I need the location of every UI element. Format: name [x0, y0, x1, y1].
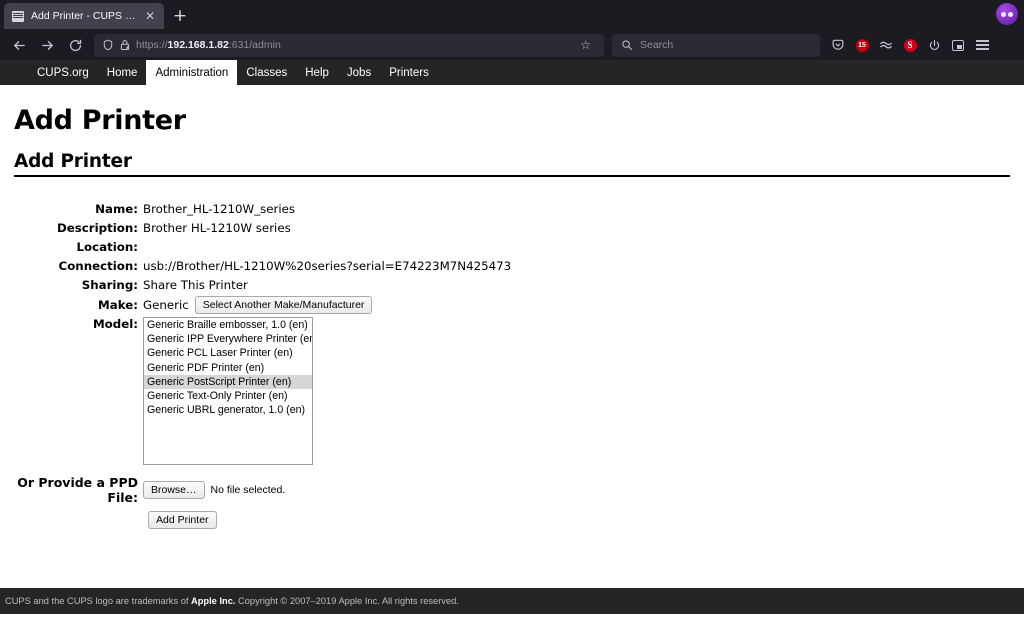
- footer-text: CUPS and the CUPS logo are trademarks of…: [5, 596, 459, 606]
- tab-title: Add Printer - CUPS 2.3.3op2: [31, 10, 136, 22]
- label-sharing: Sharing:: [81, 278, 138, 292]
- close-icon[interactable]: ✕: [143, 10, 157, 22]
- nav-item-administration[interactable]: Administration: [146, 60, 238, 85]
- value-name: Brother_HL-1210W_series: [143, 202, 296, 216]
- submit-spacer: [14, 511, 148, 529]
- model-option[interactable]: Generic PDF Printer (en): [144, 361, 312, 375]
- footer-prefix: CUPS and the CUPS logo are trademarks of: [5, 596, 192, 606]
- section-header: Add Printer: [14, 151, 1010, 177]
- model-option[interactable]: Generic Text-Only Printer (en): [144, 389, 312, 403]
- url-path: :631/admin: [228, 39, 281, 51]
- footer-brand: Apple Inc.: [191, 596, 236, 606]
- value-description: Brother HL-1210W series: [143, 221, 291, 235]
- value-sharing: Share This Printer: [143, 278, 248, 292]
- value-connection: usb://Brother/HL-1210W%20series?serial=E…: [143, 259, 512, 273]
- field-row-description: Description: Brother HL-1210W series: [14, 220, 1010, 237]
- model-listbox[interactable]: Generic Braille embosser, 1.0 (en) Gener…: [143, 317, 313, 465]
- label-model: Model:: [92, 317, 138, 331]
- field-row-ppd-file: Or Provide a PPD File: Browse… No file s…: [14, 475, 1010, 505]
- nav-item-cups-org[interactable]: CUPS.org: [28, 60, 98, 85]
- extension-icon[interactable]: [874, 32, 898, 58]
- label-location: Location:: [76, 240, 138, 254]
- search-bar[interactable]: Search: [612, 33, 820, 57]
- extension-toolbar: 15 S: [826, 32, 994, 58]
- section-title: Add Printer: [14, 151, 132, 172]
- new-tab-button[interactable]: +: [167, 3, 193, 29]
- field-row-make: Make: Generic Select Another Make/Manufa…: [14, 296, 1010, 314]
- navigation-toolbar: https://192.168.1.82:631/admin ☆ Search …: [0, 30, 1024, 60]
- field-row-connection: Connection: usb://Brother/HL-1210W%20ser…: [14, 258, 1010, 275]
- add-printer-button[interactable]: Add Printer: [148, 511, 217, 529]
- browse-button[interactable]: Browse…: [143, 481, 205, 499]
- tab-strip: Add Printer - CUPS 2.3.3op2 ✕ +: [0, 0, 1024, 30]
- power-icon[interactable]: [922, 32, 946, 58]
- field-row-name: Name: Brother_HL-1210W_series: [14, 201, 1010, 218]
- browser-tab[interactable]: Add Printer - CUPS 2.3.3op2 ✕: [4, 3, 164, 29]
- model-option[interactable]: Generic IPP Everywhere Printer (en): [144, 332, 312, 346]
- pocket-icon[interactable]: [826, 32, 850, 58]
- shield-icon[interactable]: [102, 36, 114, 55]
- add-printer-form: Name: Brother_HL-1210W_series Descriptio…: [14, 201, 1010, 529]
- field-row-model: Model: Generic Braille embosser, 1.0 (en…: [14, 316, 1010, 465]
- page-content: Add Printer Add Printer Name: Brother_HL…: [0, 85, 1024, 614]
- model-option[interactable]: Generic PCL Laser Printer (en): [144, 346, 312, 360]
- label-name: Name:: [95, 202, 138, 216]
- field-row-sharing: Sharing: Share This Printer: [14, 277, 1010, 294]
- model-option[interactable]: Generic Braille embosser, 1.0 (en): [144, 318, 312, 332]
- browser-chrome: Add Printer - CUPS 2.3.3op2 ✕ + https://…: [0, 0, 1024, 60]
- url-scheme: https://: [136, 39, 168, 51]
- model-option-selected[interactable]: Generic PostScript Printer (en): [144, 374, 312, 390]
- forward-arrow-icon[interactable]: [34, 32, 60, 58]
- select-another-make-button[interactable]: Select Another Make/Manufacturer: [194, 296, 373, 314]
- reload-icon[interactable]: [62, 32, 88, 58]
- search-icon: [621, 36, 633, 55]
- value-make: Generic: [143, 297, 189, 312]
- account-avatar-icon[interactable]: [996, 3, 1018, 25]
- nav-item-jobs[interactable]: Jobs: [338, 60, 380, 85]
- model-option[interactable]: Generic UBRL generator, 1.0 (en): [144, 403, 312, 417]
- label-description: Description:: [56, 221, 138, 235]
- menu-icon[interactable]: [970, 32, 994, 58]
- title-divider: [14, 175, 1010, 177]
- search-placeholder: Search: [640, 39, 674, 51]
- lock-warning-icon[interactable]: [119, 36, 131, 55]
- footer-suffix: Copyright © 2007–2019 Apple Inc. All rig…: [235, 596, 459, 606]
- label-make: Make:: [98, 297, 138, 312]
- file-status-text: No file selected.: [210, 484, 286, 496]
- cups-favicon: [12, 10, 24, 22]
- nav-item-printers[interactable]: Printers: [380, 60, 438, 85]
- field-row-location: Location:: [14, 239, 1010, 256]
- sidebar-icon[interactable]: [946, 32, 970, 58]
- ublock-origin-icon[interactable]: 15: [850, 32, 874, 58]
- back-arrow-icon[interactable]: [6, 32, 32, 58]
- label-ppd-file: Or Provide a PPD File:: [17, 475, 138, 505]
- nav-item-classes[interactable]: Classes: [237, 60, 296, 85]
- page-footer: CUPS and the CUPS logo are trademarks of…: [0, 588, 1024, 614]
- star-icon[interactable]: ☆: [575, 38, 596, 52]
- label-connection: Connection:: [58, 259, 138, 273]
- security-extension-icon[interactable]: S: [898, 32, 922, 58]
- url-text: https://192.168.1.82:631/admin: [136, 39, 281, 51]
- url-host: 192.168.1.82: [167, 39, 229, 51]
- page-title: Add Printer: [14, 105, 186, 136]
- submit-row: Add Printer: [14, 511, 1010, 529]
- nav-item-help[interactable]: Help: [296, 60, 338, 85]
- nav-item-home[interactable]: Home: [98, 60, 147, 85]
- url-bar[interactable]: https://192.168.1.82:631/admin ☆: [94, 33, 604, 57]
- cups-navigation-bar: CUPS.org Home Administration Classes Hel…: [0, 60, 1024, 85]
